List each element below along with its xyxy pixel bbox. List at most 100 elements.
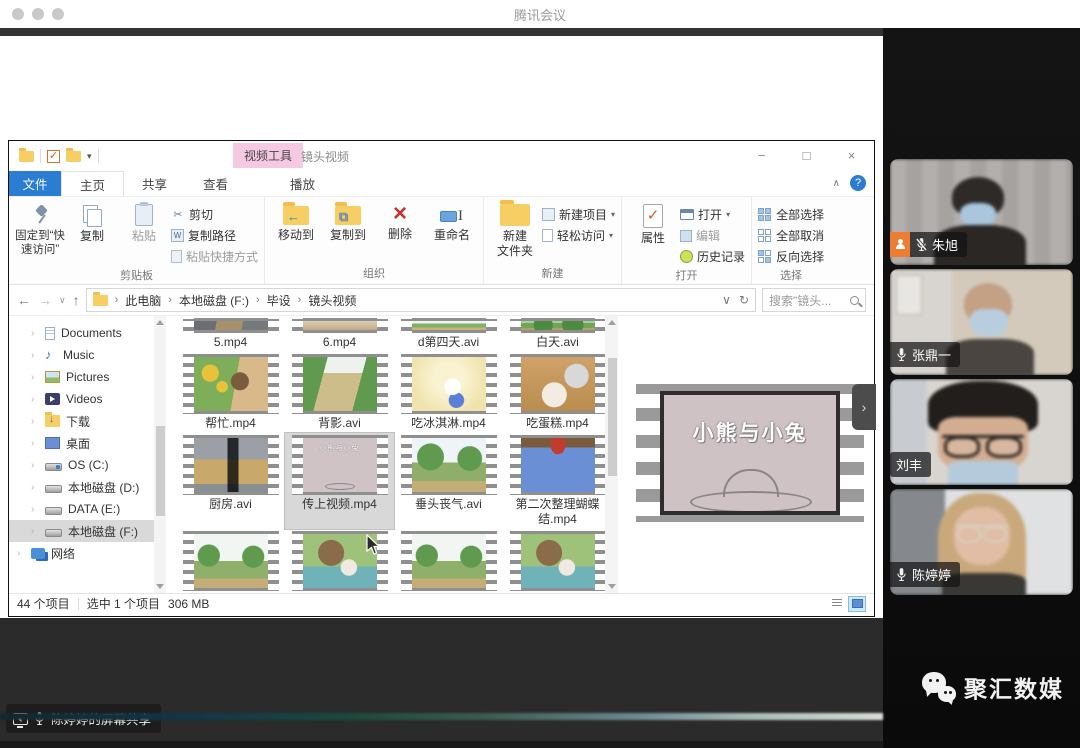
expand-chevron-icon[interactable]: › [31, 438, 39, 449]
participant-tile[interactable]: 朱旭 [890, 159, 1073, 265]
sidebar-item-local-f[interactable]: › 本地磁盘 (F:) [9, 520, 166, 542]
sidebar-item-local-d[interactable]: › 本地磁盘 (D:) [9, 476, 166, 498]
expand-chevron-icon[interactable]: › [31, 372, 39, 383]
sidebar-item-data-e[interactable]: › DATA (E:) [9, 498, 166, 520]
participant-tile[interactable]: 陈婷婷 [890, 489, 1073, 595]
easy-access-button[interactable]: 轻松访问 ▾ [542, 227, 615, 244]
expand-chevron-icon[interactable]: › [31, 526, 39, 537]
collapse-ribbon-icon[interactable]: ∧ [833, 178, 840, 189]
maximize-button[interactable]: □ [784, 141, 829, 169]
breadcrumb-bishe[interactable]: 毕设 [267, 292, 291, 309]
edit-button[interactable]: 编辑 [680, 227, 745, 244]
delete-button[interactable]: × 删除 [375, 201, 425, 242]
zoom-traffic-light[interactable] [52, 8, 64, 20]
file-item[interactable]: 背影.avi [285, 352, 394, 433]
sidebar-item-documents[interactable]: › Documents [9, 322, 166, 344]
expand-chevron-icon[interactable]: › [31, 482, 39, 493]
copy-button[interactable]: 复制 [67, 201, 117, 244]
expand-chevron-icon[interactable]: › [31, 460, 39, 471]
tab-home[interactable]: 主页 [61, 171, 124, 196]
sidebar-item-pictures[interactable]: › Pictures [9, 366, 166, 388]
file-item[interactable]: 第二天.avi [176, 529, 285, 593]
expand-chevron-icon[interactable]: › [31, 350, 39, 361]
scrollbar-thumb[interactable] [608, 358, 617, 476]
video-preview-filmstrip[interactable]: 小熊与小兔 [636, 384, 864, 522]
expand-chevron-icon[interactable]: › [31, 394, 39, 405]
pin-to-quick-access-button[interactable]: 固定到“快速访问” [15, 201, 65, 258]
file-item[interactable]: 吃冰淇淋.mp4 [394, 352, 503, 433]
select-none-button[interactable]: 全部取消 [758, 227, 824, 244]
help-icon[interactable]: ? [850, 175, 866, 191]
scroll-down-icon[interactable] [156, 584, 164, 589]
scroll-up-icon[interactable] [156, 320, 164, 325]
back-button[interactable]: ← [17, 292, 31, 308]
rename-button[interactable]: 重命名 [427, 201, 477, 243]
sidebar-item-desktop[interactable]: › 桌面 [9, 432, 166, 454]
file-list-scrollbar[interactable] [605, 316, 618, 593]
history-button[interactable]: 历史记录 [680, 248, 745, 265]
select-all-button[interactable]: 全部选择 [758, 206, 824, 223]
file-item-selected[interactable]: 小熊与小兔 传上视频.mp4 [285, 433, 394, 529]
scrollbar-thumb[interactable] [156, 426, 165, 516]
file-item[interactable]: 第三天.mp4 [503, 529, 612, 593]
file-item[interactable]: 白天.avi [503, 316, 612, 352]
close-button[interactable]: × [829, 141, 874, 169]
invert-selection-button[interactable]: 反向选择 [758, 248, 824, 265]
participant-tile[interactable]: 刘丰 [890, 379, 1073, 485]
address-dropdown-icon[interactable]: ∨ [722, 293, 731, 307]
panel-collapse-handle[interactable]: › [852, 384, 876, 430]
file-item[interactable]: 6.mp4 [285, 316, 394, 352]
breadcrumb-this-pc[interactable]: 此电脑 [125, 292, 161, 309]
minimize-button[interactable]: − [739, 141, 784, 169]
tab-share[interactable]: 共享 [124, 171, 185, 196]
new-item-button[interactable]: 新建项目 ▾ [542, 206, 615, 223]
forward-button[interactable]: → [38, 292, 52, 308]
tab-play[interactable]: 播放 [272, 171, 333, 196]
search-input[interactable]: 搜索"镜头... [762, 288, 866, 312]
paste-shortcut-button[interactable]: 粘贴快捷方式 [171, 248, 258, 265]
minimize-traffic-light[interactable] [32, 8, 44, 20]
open-button[interactable]: 打开 ▾ [680, 206, 745, 223]
copy-to-button[interactable]: ⧉ 复制到 [323, 201, 373, 243]
cut-button[interactable]: ✂ 剪切 [171, 206, 258, 223]
paste-button[interactable]: 粘贴 [119, 201, 169, 244]
file-item[interactable]: 第二次整理蝴蝶结.mp4 [503, 433, 612, 529]
address-bar[interactable]: › 此电脑 › 本地磁盘 (F:) › 毕设 › 镜头视频 ∨ ↻ [86, 288, 756, 312]
video-tools-context-tab[interactable]: 视频工具 [233, 143, 303, 168]
move-to-button[interactable]: ← 移动到 [271, 201, 321, 243]
scroll-down-icon[interactable] [608, 584, 616, 589]
sidebar-scrollbar[interactable] [154, 316, 166, 593]
file-item[interactable]: 垂头丧气.avi [394, 433, 503, 529]
file-item[interactable]: d第四天.avi [394, 316, 503, 352]
expand-chevron-icon[interactable]: › [17, 548, 25, 559]
expand-chevron-icon[interactable]: › [31, 504, 39, 515]
file-item[interactable]: 帮忙.mp4 [176, 352, 285, 433]
up-button[interactable]: ↑ [73, 292, 80, 308]
sidebar-item-os-c[interactable]: › OS (C:) [9, 454, 166, 476]
file-menu-button[interactable]: 文件 [9, 171, 61, 196]
customize-qat-caret-icon[interactable]: ▾ [87, 151, 92, 162]
expand-chevron-icon[interactable]: › [31, 328, 39, 339]
new-folder-button[interactable]: 新建 文件夹 [490, 201, 540, 259]
scroll-up-icon[interactable] [608, 320, 616, 325]
new-folder-qat-icon[interactable] [66, 151, 81, 162]
recent-locations-caret-icon[interactable]: ∨ [59, 295, 66, 306]
sidebar-item-videos[interactable]: › Videos [9, 388, 166, 410]
close-traffic-light[interactable] [12, 8, 24, 20]
thumbnails-view-button[interactable] [848, 596, 866, 612]
sidebar-item-downloads[interactable]: › 下载 [9, 410, 166, 432]
properties-button[interactable]: ✓ 属性 [628, 201, 678, 246]
file-item[interactable]: 5.mp4 [176, 316, 285, 352]
file-item[interactable]: 第三天.avi [394, 529, 503, 593]
tab-view[interactable]: 查看 [185, 171, 246, 196]
sidebar-item-music[interactable]: › ♪ Music [9, 344, 166, 366]
sidebar-item-network[interactable]: › 网络 [9, 542, 166, 564]
breadcrumb-current-folder[interactable]: 镜头视频 [308, 292, 356, 309]
details-view-button[interactable] [828, 596, 846, 612]
breadcrumb-drive-f[interactable]: 本地磁盘 (F:) [179, 292, 249, 309]
copy-path-button[interactable]: W 复制路径 [171, 227, 258, 244]
file-item[interactable]: 吃蛋糕.mp4 [503, 352, 612, 433]
file-item[interactable]: 厨房.avi [176, 433, 285, 529]
expand-chevron-icon[interactable]: › [31, 416, 39, 427]
refresh-icon[interactable]: ↻ [739, 293, 749, 307]
